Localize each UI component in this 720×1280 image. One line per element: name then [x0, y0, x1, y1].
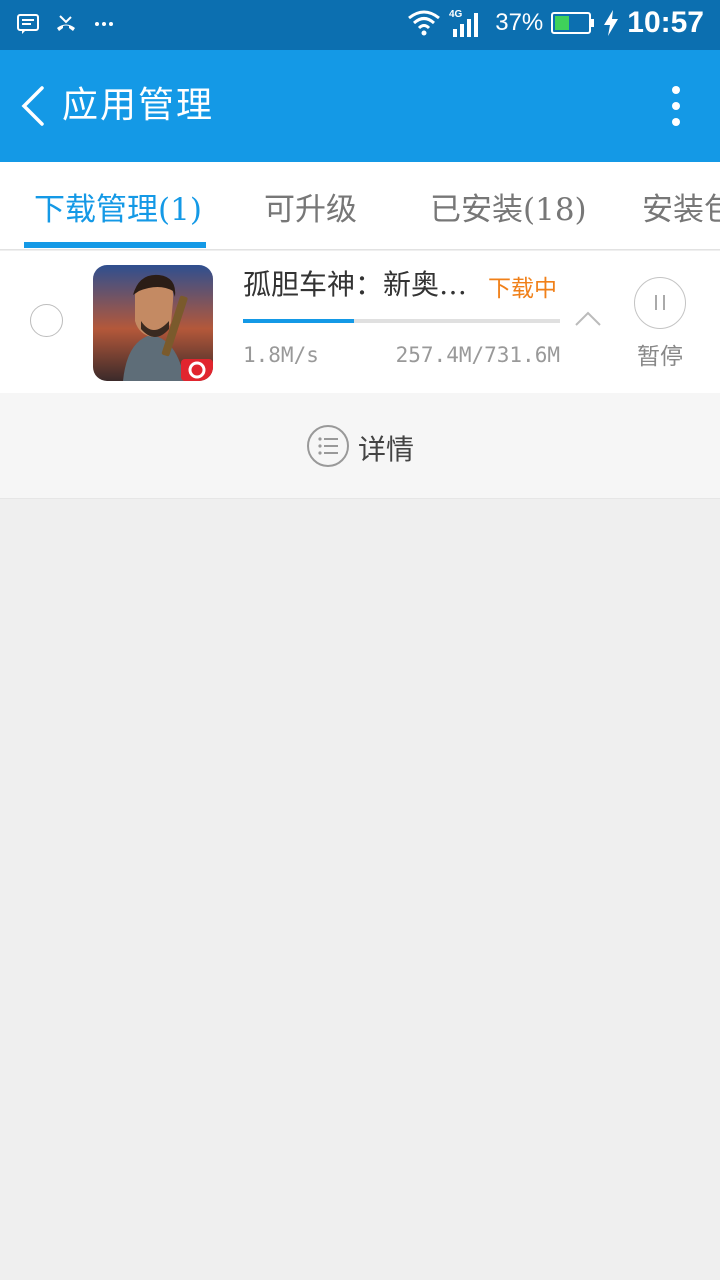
tab-bar: 下载管理(1) 可升级 已安装(18) 安装包 — [0, 162, 720, 250]
pause-icon — [655, 295, 665, 310]
tab-install-packages[interactable]: 安装包 — [642, 184, 720, 229]
download-progress-fill — [243, 319, 354, 323]
select-checkbox[interactable] — [30, 304, 63, 337]
battery-percent: 37% — [495, 9, 544, 36]
chevron-up-icon[interactable] — [574, 309, 602, 327]
tab-upgradable[interactable]: 可升级 — [264, 184, 357, 229]
active-tab-indicator — [24, 242, 206, 248]
message-icon — [17, 14, 39, 34]
download-size: 257.4M/731.6M — [395, 343, 560, 367]
app-name: 孤胆车神：新奥… — [243, 268, 468, 301]
app-icon — [93, 265, 213, 381]
details-bar[interactable]: 详情 — [0, 393, 720, 499]
details-label: 详情 — [358, 433, 415, 466]
clock: 10:57 — [627, 6, 704, 39]
download-status: 下载中 — [488, 276, 557, 302]
charging-icon — [604, 10, 619, 36]
status-bar: 4G 37% 10:57 — [0, 0, 720, 50]
pause-button[interactable] — [634, 277, 686, 329]
battery-icon — [551, 12, 595, 34]
more-notifications-icon — [95, 22, 113, 26]
pause-label[interactable]: 暂停 — [637, 337, 683, 371]
download-progress-bar — [243, 319, 560, 323]
back-arrow-icon[interactable] — [14, 84, 54, 128]
tab-installed[interactable]: 已安装(18) — [430, 184, 587, 229]
overflow-menu-icon[interactable] — [668, 84, 684, 128]
page-title: 应用管理 — [62, 85, 215, 126]
download-speed: 1.8M/s — [243, 343, 319, 367]
list-details-icon — [307, 425, 349, 467]
missed-call-icon — [57, 15, 75, 31]
network-type-label: 4G — [449, 9, 463, 20]
wifi-icon — [408, 10, 441, 36]
tab-download-management[interactable]: 下载管理(1) — [34, 184, 202, 229]
app-bar: 应用管理 — [0, 50, 720, 162]
cellular-signal-icon: 4G — [449, 9, 479, 37]
download-item[interactable]: 孤胆车神：新奥… 下载中 1.8M/s 257.4M/731.6M 暂停 — [0, 251, 720, 393]
